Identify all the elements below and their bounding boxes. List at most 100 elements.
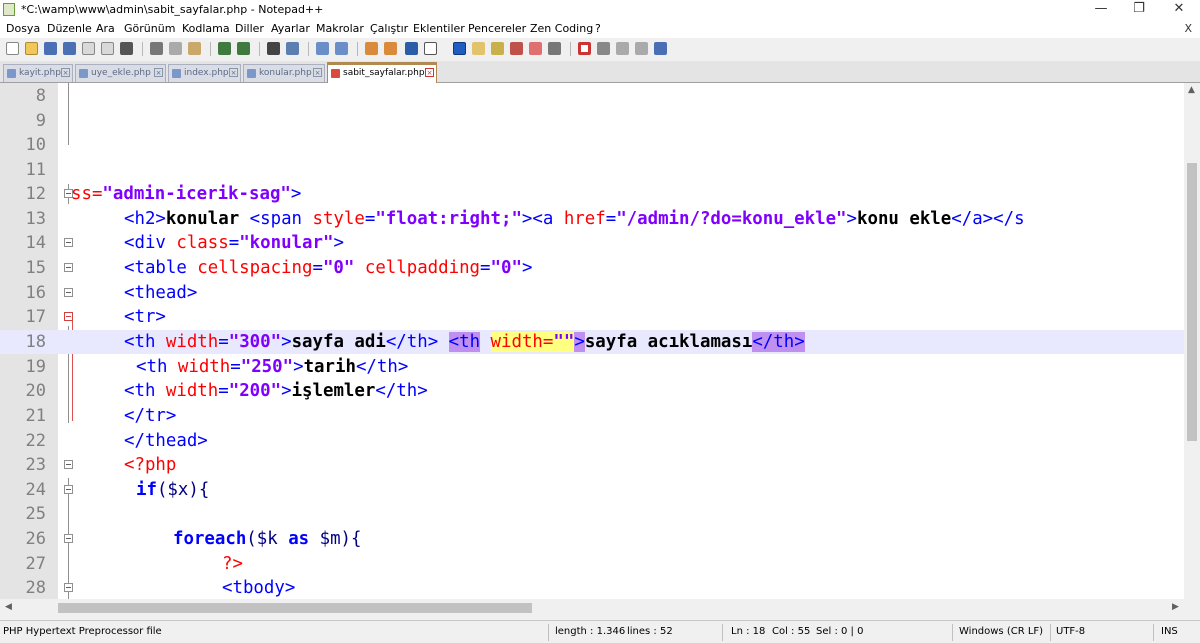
sync-vertical-icon[interactable] <box>365 42 378 55</box>
undo-icon[interactable] <box>218 42 231 55</box>
horizontal-scroll-thumb[interactable] <box>58 603 532 613</box>
menu-gorunum[interactable]: Görünüm <box>124 22 175 35</box>
print-icon[interactable] <box>120 42 133 55</box>
copy-icon[interactable] <box>169 42 182 55</box>
save-all-icon[interactable] <box>63 42 76 55</box>
close-tab-icon[interactable]: × <box>425 68 434 77</box>
close-all-icon[interactable] <box>101 42 114 55</box>
toolbar-separator <box>357 42 358 56</box>
menu-duzenle[interactable]: Düzenle <box>47 22 92 35</box>
vertical-scrollbar[interactable]: ▲ <box>1184 83 1200 599</box>
menu-ara[interactable]: Ara <box>96 22 115 35</box>
tab-kayit[interactable]: kayit.php × <box>3 64 73 82</box>
replace-icon[interactable] <box>286 42 299 55</box>
tab-sabit-sayfalar[interactable]: sabit_sayfalar.php × <box>327 62 437 83</box>
tab-bar: kayit.php × uye_ekle.php × index.php × k… <box>0 61 1200 83</box>
file-icon <box>172 69 181 78</box>
notepad-plus-plus-icon <box>3 3 15 16</box>
show-all-characters-icon[interactable] <box>424 42 437 55</box>
fold-toggle-icon[interactable] <box>64 263 73 272</box>
close-tab-icon[interactable]: × <box>61 68 70 77</box>
horizontal-scrollbar[interactable]: ◀ ▶ <box>0 599 1200 616</box>
vertical-scroll-thumb[interactable] <box>1187 163 1197 441</box>
save-macro-icon[interactable] <box>654 42 667 55</box>
scroll-left-icon[interactable]: ◀ <box>5 602 12 612</box>
zoom-in-icon[interactable] <box>316 42 329 55</box>
folder-workspace-icon[interactable] <box>529 42 542 55</box>
open-file-icon[interactable] <box>25 42 38 55</box>
fold-toggle-icon[interactable] <box>64 288 73 297</box>
doc-map-icon[interactable] <box>491 42 504 55</box>
menu-help[interactable]: ? <box>595 22 601 35</box>
indent-guide-icon[interactable] <box>453 42 466 55</box>
paste-icon[interactable] <box>188 42 201 55</box>
code-line: 22 </thead> <box>0 429 1184 453</box>
tab-label: kayit.php <box>19 68 61 78</box>
close-tab-icon[interactable]: × <box>229 68 238 77</box>
tag-match-highlight: </th> <box>752 332 805 352</box>
code-line: 11 <box>0 158 1184 182</box>
line-number: 12 <box>25 184 46 204</box>
minimize-button[interactable]: — <box>1082 0 1120 20</box>
fold-toggle-icon[interactable] <box>64 460 73 469</box>
close-file-icon[interactable] <box>82 42 95 55</box>
save-icon[interactable] <box>44 42 57 55</box>
code-line: 27 ?> <box>0 552 1184 576</box>
monitoring-icon[interactable] <box>548 42 561 55</box>
menu-dosya[interactable]: Dosya <box>6 22 40 35</box>
status-insert-mode: INS <box>1161 626 1178 637</box>
status-sel: Sel : 0 | 0 <box>816 626 864 637</box>
new-file-icon[interactable] <box>6 42 19 55</box>
line-number: 25 <box>25 504 46 524</box>
zoom-out-icon[interactable] <box>335 42 348 55</box>
modified-file-icon <box>331 69 340 78</box>
restore-button[interactable]: ❐ <box>1120 0 1158 20</box>
menu-eklentiler[interactable]: Eklentiler <box>413 22 465 35</box>
fold-toggle-icon[interactable] <box>64 583 73 592</box>
fold-toggle-icon[interactable] <box>64 238 73 247</box>
line-number: 8 <box>35 86 46 106</box>
tab-label: sabit_sayfalar.php <box>343 68 425 78</box>
word-wrap-icon[interactable] <box>405 42 418 55</box>
tab-index[interactable]: index.php × <box>168 64 241 82</box>
menu-calistir[interactable]: Çalıştır <box>370 22 408 35</box>
close-button[interactable]: ✕ <box>1160 0 1198 20</box>
toolbar-separator <box>570 42 571 56</box>
record-macro-icon[interactable] <box>578 42 591 55</box>
udl-icon[interactable] <box>472 42 485 55</box>
menu-kodlama[interactable]: Kodlama <box>182 22 230 35</box>
stop-macro-icon[interactable] <box>597 42 610 55</box>
find-icon[interactable] <box>267 42 280 55</box>
status-length: length : 1.346 <box>555 626 626 637</box>
redo-icon[interactable] <box>237 42 250 55</box>
menu-pencereler[interactable]: Pencereler <box>468 22 526 35</box>
code-line: 21 </tr> <box>0 404 1184 428</box>
function-list-icon[interactable] <box>510 42 523 55</box>
menu-zen-coding[interactable]: Zen Coding <box>530 22 593 35</box>
close-document-button[interactable]: X <box>1184 22 1192 35</box>
file-icon <box>7 69 16 78</box>
tab-konular[interactable]: konular.php × <box>243 64 325 82</box>
fold-toggle-icon[interactable] <box>64 485 73 494</box>
code-editor[interactable]: 8 9 10 11 12 ss="admin-icerik-sag"> 13 <… <box>0 83 1200 599</box>
fold-toggle-icon[interactable] <box>64 312 73 321</box>
status-divider <box>1050 624 1051 641</box>
code-text: <tbody> <box>222 578 296 598</box>
fold-toggle-icon[interactable] <box>64 534 73 543</box>
scroll-up-icon[interactable]: ▲ <box>1188 85 1195 95</box>
tab-uye-ekle[interactable]: uye_ekle.php × <box>75 64 166 82</box>
status-divider <box>1153 624 1154 641</box>
scroll-right-icon[interactable]: ▶ <box>1172 602 1179 612</box>
status-divider <box>722 624 723 641</box>
menu-diller[interactable]: Diller <box>235 22 264 35</box>
menu-makrolar[interactable]: Makrolar <box>316 22 364 35</box>
cut-icon[interactable] <box>150 42 163 55</box>
code-line: 19 <th width="250">tarih</th> <box>0 355 1184 379</box>
menu-ayarlar[interactable]: Ayarlar <box>271 22 310 35</box>
close-tab-icon[interactable]: × <box>313 68 322 77</box>
play-macro-icon[interactable] <box>616 42 629 55</box>
sync-horizontal-icon[interactable] <box>384 42 397 55</box>
close-tab-icon[interactable]: × <box>154 68 163 77</box>
menu-bar: Dosya Düzenle Ara Görünüm Kodlama Diller… <box>0 20 1200 38</box>
run-macro-multiple-icon[interactable] <box>635 42 648 55</box>
